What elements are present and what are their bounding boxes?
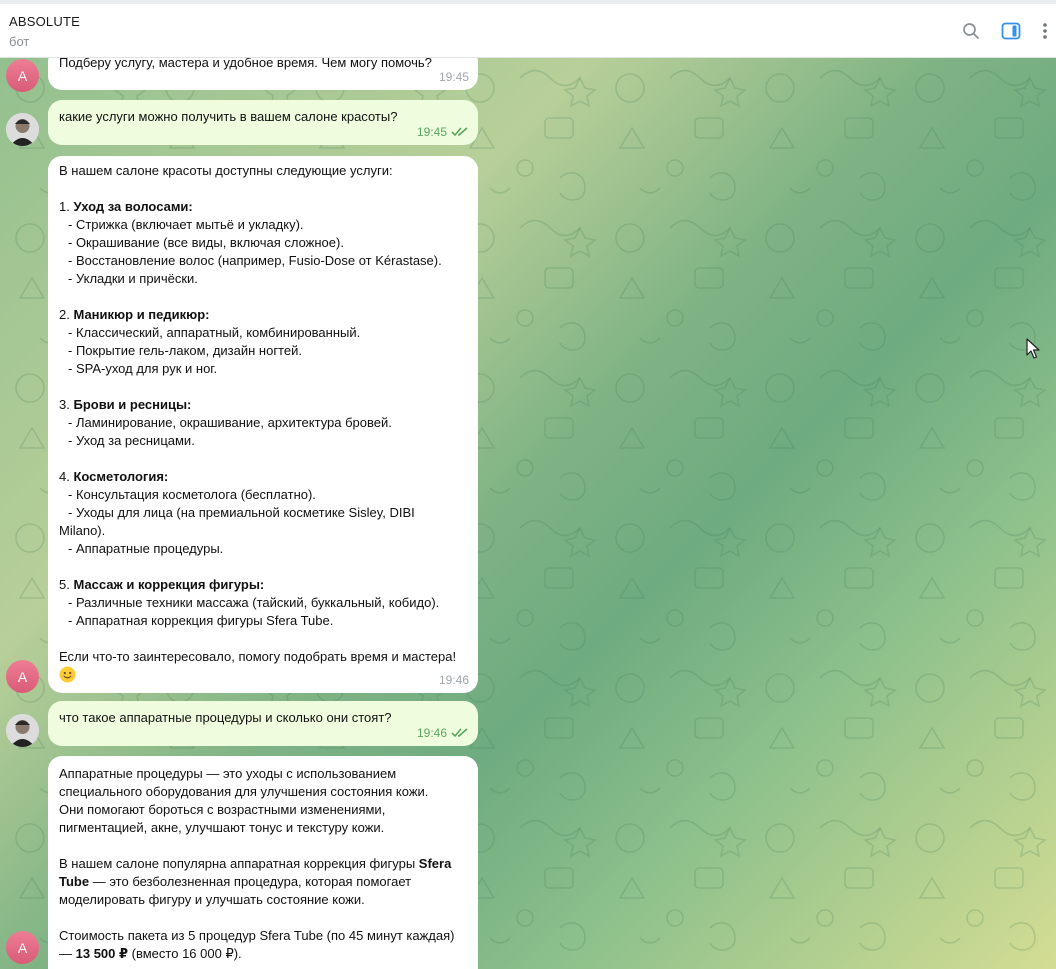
outro-line: Если что-то заинтересовало, помогу подоб… xyxy=(59,649,457,664)
list-item-wrap: Milano). xyxy=(59,523,106,538)
list-item: - Аппаратная коррекция фигуры Sfera Tube… xyxy=(68,613,334,628)
message-text: В нашем салоне красоты доступны следующи… xyxy=(59,162,467,688)
chat-scrollbar[interactable] xyxy=(1050,58,1054,969)
list-item: - SPA-уход для рук и ног. xyxy=(68,361,218,376)
bot-avatar[interactable]: A xyxy=(6,931,39,964)
message-meta: 19:45 xyxy=(439,68,469,86)
double-check-icon xyxy=(451,728,468,738)
list-item: - Уходы для лица (на премиальной космети… xyxy=(68,505,415,520)
section-hair: 1. Уход за волосами: xyxy=(59,199,193,214)
sidebar-toggle-icon[interactable] xyxy=(1000,20,1022,42)
message-time: 19:46 xyxy=(438,673,469,687)
message-time: 19:46 xyxy=(416,726,447,740)
user-message: что такое аппаратные процедуры и сколько… xyxy=(48,701,478,746)
message-time: 19:45 xyxy=(416,125,447,139)
bot-message: В нашем салоне красоты доступны следующи… xyxy=(48,156,478,693)
list-item: - Покрытие гель-лаком, дизайн ногтей. xyxy=(68,343,302,358)
message-text: какие услуги можно получить в вашем сало… xyxy=(59,109,398,124)
chat-title[interactable]: ABSOLUTE xyxy=(9,14,80,29)
intro-line: В нашем салоне красоты доступны следующи… xyxy=(59,163,393,178)
message-time: 19:45 xyxy=(438,70,469,84)
list-item: - Аппаратные процедуры. xyxy=(68,541,224,556)
section-massage: 5. Массаж и коррекция фигуры: xyxy=(59,577,265,592)
list-item: - Окрашивание (все виды, включая сложное… xyxy=(68,235,344,250)
more-vertical-icon[interactable] xyxy=(1035,20,1055,42)
message-text: что такое аппаратные процедуры и сколько… xyxy=(59,710,392,725)
chat-area[interactable]: A Подберу услугу, мастера и удобное врем… xyxy=(0,58,1056,969)
double-check-icon xyxy=(451,127,468,137)
smile-emoji xyxy=(59,666,467,688)
section-brows: 3. Брови и ресницы: xyxy=(59,397,192,412)
list-item: - Укладки и причёски. xyxy=(68,271,198,286)
user-avatar[interactable] xyxy=(6,113,39,146)
message-meta: 19:46 xyxy=(439,671,469,689)
user-message: какие услуги можно получить в вашем сало… xyxy=(48,100,478,145)
message-text: Подберу услугу, мастера и удобное время.… xyxy=(59,58,432,70)
bot-avatar[interactable]: A xyxy=(6,660,39,693)
mouse-cursor-icon xyxy=(1026,338,1040,359)
list-item: - Уход за ресницами. xyxy=(68,433,195,448)
bot-message: Подберу услугу, мастера и удобное время.… xyxy=(48,58,478,90)
message-text: Аппаратные процедуры — это уходы с испол… xyxy=(59,766,455,961)
bot-message: Аппаратные процедуры — это уходы с испол… xyxy=(48,756,478,969)
list-item: - Классический, аппаратный, комбинирован… xyxy=(68,325,361,340)
section-cosmetology: 4. Косметология: xyxy=(59,469,169,484)
list-item: - Восстановление волос (например, Fusio-… xyxy=(68,253,442,268)
section-nails: 2. Маникюр и педикюр: xyxy=(59,307,210,322)
chat-status: бот xyxy=(9,34,30,49)
message-meta: 19:45 xyxy=(417,123,469,141)
search-icon[interactable] xyxy=(960,20,982,42)
list-item: - Ламинирование, окрашивание, архитектур… xyxy=(68,415,392,430)
bot-avatar[interactable]: A xyxy=(6,59,39,92)
message-meta: 19:46 xyxy=(417,724,469,742)
user-avatar[interactable] xyxy=(6,714,39,747)
list-item: - Стрижка (включает мытьё и укладку). xyxy=(68,217,304,232)
chat-header: ABSOLUTE бот xyxy=(0,4,1056,58)
list-item: - Различные техники массажа (тайский, бу… xyxy=(68,595,440,610)
list-item: - Консультация косметолога (бесплатно). xyxy=(68,487,316,502)
